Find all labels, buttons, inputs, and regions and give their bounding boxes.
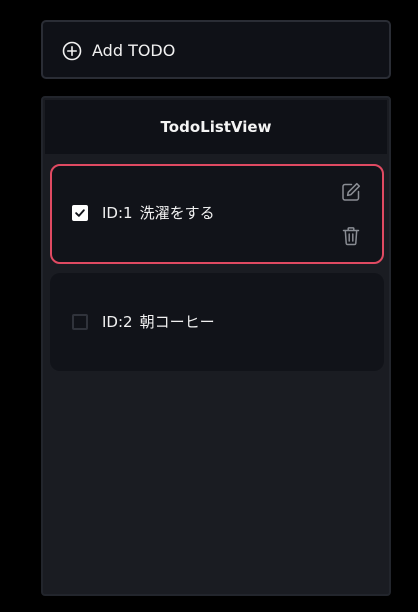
add-todo-button[interactable]: Add TODO [41, 20, 391, 79]
todo-item-2-id: ID:2 [102, 313, 133, 331]
todo-list-title: TodoListView [160, 118, 272, 136]
todo-item-2-checkbox[interactable] [66, 308, 94, 336]
todo-item-2-text: ID:2 朝コーヒー [102, 312, 215, 332]
checkbox-checked [72, 205, 88, 221]
plus-circle-icon [62, 41, 82, 61]
checkmark-icon [75, 209, 85, 217]
todo-list-header: TodoListView [45, 100, 387, 154]
todo-item-2[interactable]: ID:2 朝コーヒー [50, 273, 384, 371]
todo-item-2-title: 朝コーヒー [139, 313, 215, 331]
todo-item-1-text: ID:1 洗濯をする [102, 203, 215, 223]
todo-item-1[interactable]: ID:1 洗濯をする [50, 164, 384, 264]
todo-item-1-title: 洗濯をする [139, 204, 215, 222]
edit-icon[interactable] [340, 181, 362, 203]
add-todo-label: Add TODO [92, 41, 176, 60]
todo-item-1-id: ID:1 [102, 204, 133, 222]
trash-icon[interactable] [340, 225, 362, 247]
todo-list-panel: TodoListView ID:1 洗濯をする ID:2 朝コーヒー [41, 96, 391, 596]
todo-item-1-checkbox[interactable] [66, 199, 94, 227]
checkbox-unchecked [72, 314, 88, 330]
